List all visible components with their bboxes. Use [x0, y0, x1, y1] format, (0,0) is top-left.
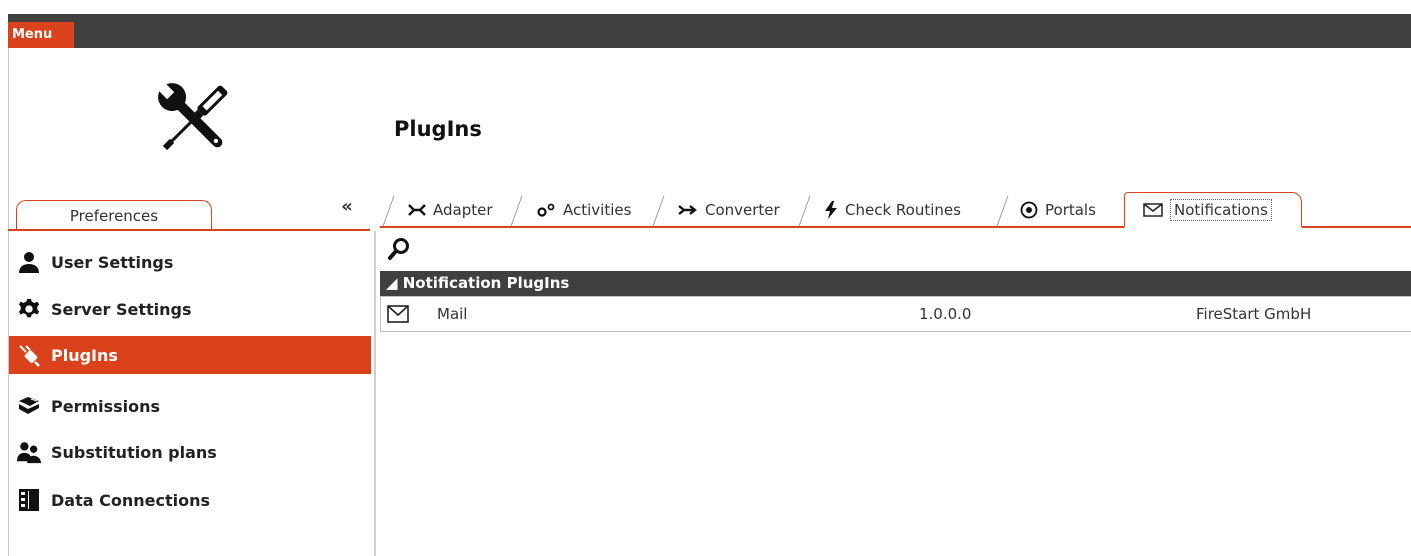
tab-label: Converter — [705, 201, 780, 219]
search-icon[interactable] — [388, 237, 410, 261]
activities-icon — [536, 203, 556, 217]
plugin-vendor: FireStart GmbH — [1196, 305, 1312, 323]
plugin-version: 1.0.0.0 — [919, 305, 972, 323]
gear-icon — [17, 297, 41, 321]
sidebar-item-label: Substitution plans — [51, 442, 217, 462]
menu-button[interactable]: Menu — [8, 22, 74, 48]
tab-label: Activities — [563, 201, 632, 219]
tab-label: Portals — [1045, 201, 1096, 219]
sidebar-item-substitution-plans[interactable]: Substitution plans — [9, 433, 371, 471]
sidebar-item-server-settings[interactable]: Server Settings — [9, 290, 371, 328]
envelope-icon — [387, 305, 409, 323]
plugin-icon — [17, 343, 41, 367]
users-icon — [17, 440, 41, 464]
tab-label: Notifications — [1170, 198, 1272, 221]
tab-converter[interactable]: Converter — [660, 194, 790, 226]
sidebar-item-user-settings[interactable]: User Settings — [9, 243, 371, 281]
plugin-tabs: Adapter Activities Converter Check Routi… — [380, 186, 1411, 230]
permissions-icon — [17, 394, 41, 418]
adapter-icon — [408, 203, 426, 217]
tab-label: Adapter — [433, 201, 493, 219]
converter-icon — [678, 203, 698, 217]
sidebar-item-label: Permissions — [51, 396, 161, 416]
sidebar-divider — [374, 231, 376, 556]
sidebar-item-label: PlugIns — [51, 345, 118, 365]
page-title: PlugIns — [394, 117, 482, 141]
envelope-icon — [1143, 202, 1163, 217]
database-icon — [17, 488, 41, 512]
sidebar-item-data-connections[interactable]: Data Connections — [9, 481, 371, 519]
lightning-icon — [824, 201, 838, 219]
wrench-screwdriver-icon — [157, 82, 228, 151]
plugin-name: Mail — [437, 305, 468, 323]
tab-portals[interactable]: Portals — [1002, 194, 1106, 226]
sidebar-item-plugins[interactable]: PlugIns — [9, 336, 371, 374]
sidebar-item-label: Data Connections — [51, 490, 210, 510]
sidebar-tab-underline — [8, 229, 370, 231]
collapse-sidebar-button[interactable]: « — [336, 196, 358, 218]
tab-notifications[interactable]: Notifications — [1124, 192, 1302, 228]
sidebar-item-label: Server Settings — [51, 299, 192, 319]
user-icon — [17, 250, 41, 274]
sidebar-item-label: User Settings — [51, 252, 174, 272]
portal-icon — [1020, 201, 1038, 219]
group-header[interactable]: ◢ Notification PlugIns — [380, 271, 1411, 296]
tab-preferences[interactable]: Preferences — [16, 200, 212, 230]
table-row[interactable]: Mail 1.0.0.0 FireStart GmbH — [380, 296, 1411, 332]
tab-label: Check Routines — [845, 201, 961, 219]
tab-adapter[interactable]: Adapter — [390, 194, 503, 226]
tab-activities[interactable]: Activities — [518, 194, 641, 226]
tab-check-routines[interactable]: Check Routines — [806, 194, 971, 226]
sidebar-item-permissions[interactable]: Permissions — [9, 387, 371, 425]
top-bar: Menu — [8, 14, 1411, 48]
